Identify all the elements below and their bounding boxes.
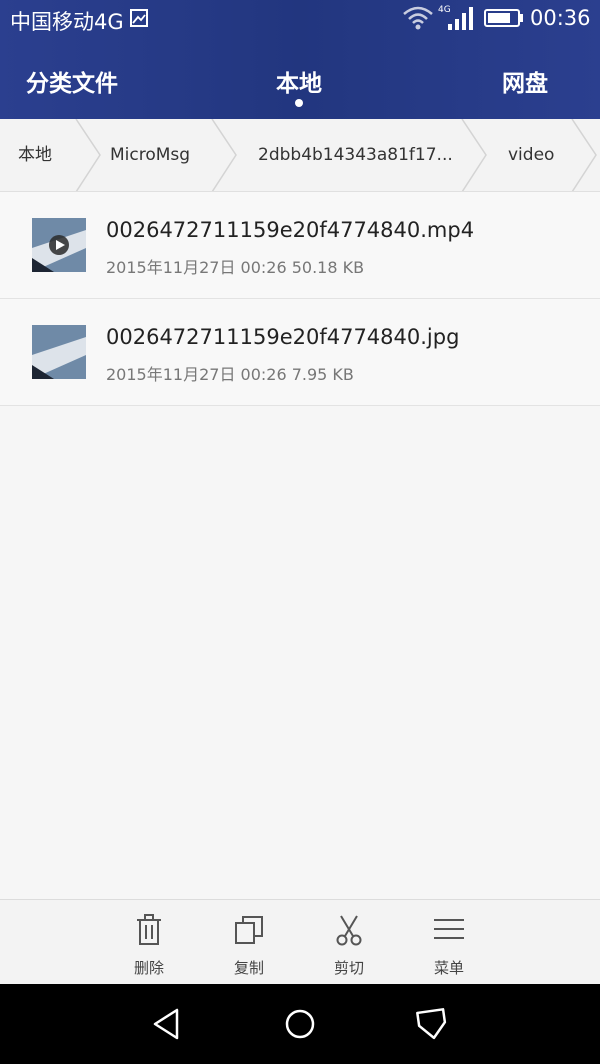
menu-button[interactable]: 菜单 bbox=[414, 900, 484, 985]
copy-button[interactable]: 复制 bbox=[214, 900, 284, 985]
selected-tab-indicator bbox=[295, 99, 303, 107]
video-thumbnail bbox=[32, 218, 86, 272]
tab-categories[interactable]: 分类文件 bbox=[26, 64, 118, 98]
back-icon[interactable] bbox=[147, 1004, 187, 1044]
file-row[interactable]: 0026472711159e20f4774840.mp4 2015年11月27日… bbox=[0, 192, 600, 299]
network-type-label: 4G bbox=[438, 5, 451, 15]
home-icon[interactable] bbox=[280, 1004, 320, 1044]
scissors-icon bbox=[336, 915, 362, 946]
menu-icon bbox=[434, 919, 464, 939]
file-meta: 2015年11月27日 00:26 7.95 KB bbox=[106, 365, 354, 384]
menu-label: 菜单 bbox=[433, 959, 464, 977]
copy-label: 复制 bbox=[233, 959, 264, 977]
bottom-toolbar: 删除 复制 剪切 菜单 bbox=[0, 899, 600, 984]
file-meta: 2015年11月27日 00:26 50.18 KB bbox=[106, 258, 365, 277]
clock: 00:36 bbox=[530, 6, 591, 30]
cut-button[interactable]: 剪切 bbox=[314, 900, 384, 985]
image-thumbnail bbox=[32, 325, 86, 379]
app-header: 中国移动4G 4G 00:36 分类文件 本地 网盘 bbox=[0, 0, 600, 119]
file-name: 0026472711159e20f4774840.mp4 bbox=[106, 218, 475, 242]
copy-icon bbox=[235, 916, 263, 944]
battery-icon bbox=[484, 9, 523, 27]
file-row[interactable]: 0026472711159e20f4774840.jpg 2015年11月27日… bbox=[0, 299, 600, 406]
delete-button[interactable]: 删除 bbox=[114, 900, 184, 985]
status-bar: 中国移动4G 4G 00:36 bbox=[0, 0, 600, 38]
carrier-label: 中国移动4G bbox=[10, 10, 124, 34]
breadcrumb-separator-icon bbox=[571, 119, 597, 191]
recent-apps-icon[interactable] bbox=[412, 1004, 452, 1044]
cut-label: 剪切 bbox=[333, 959, 364, 977]
breadcrumb: 本地 MicroMsg 2dbb4b14343a81f17... video bbox=[0, 119, 600, 192]
file-name: 0026472711159e20f4774840.jpg bbox=[106, 325, 460, 349]
breadcrumb-item-video[interactable]: video bbox=[508, 119, 554, 191]
tab-local[interactable]: 本地 bbox=[276, 64, 322, 98]
cell-signal-icon: 4G bbox=[438, 5, 473, 30]
delete-label: 删除 bbox=[133, 959, 164, 977]
tab-cloud-drive[interactable]: 网盘 bbox=[502, 64, 548, 98]
breadcrumb-item-micromsg[interactable]: MicroMsg bbox=[110, 119, 190, 191]
breadcrumb-separator-icon bbox=[211, 119, 237, 191]
breadcrumb-item-folder[interactable]: 2dbb4b14343a81f17... bbox=[258, 119, 453, 191]
image-notification-icon bbox=[130, 9, 148, 27]
breadcrumb-separator-icon bbox=[75, 119, 101, 191]
wifi-icon bbox=[403, 6, 433, 30]
breadcrumb-separator-icon bbox=[461, 119, 487, 191]
breadcrumb-item-local[interactable]: 本地 bbox=[18, 119, 52, 191]
trash-icon bbox=[137, 914, 161, 945]
system-nav-bar bbox=[0, 984, 600, 1064]
